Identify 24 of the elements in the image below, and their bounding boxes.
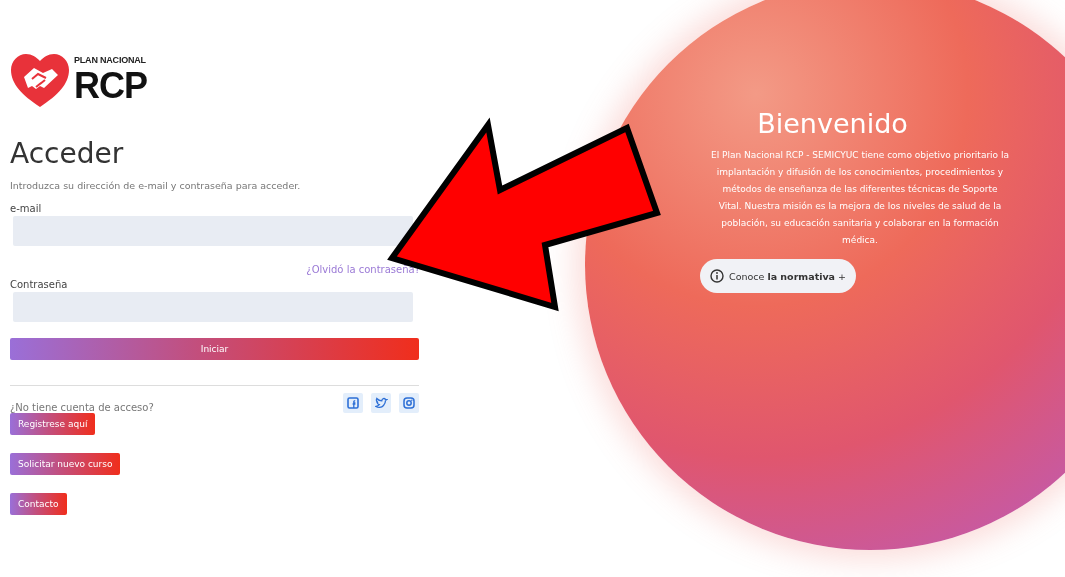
page-title: Acceder bbox=[10, 137, 124, 170]
heart-handshake-logo-icon bbox=[10, 53, 70, 109]
normativa-button[interactable]: Conoce la normativa + bbox=[700, 259, 857, 293]
field-label: e-mail bbox=[10, 203, 42, 214]
instagram-button[interactable] bbox=[399, 393, 419, 413]
facebook-button[interactable] bbox=[343, 393, 363, 413]
link-button[interactable]: Contacto bbox=[10, 493, 67, 515]
info-icon bbox=[710, 269, 724, 283]
intro-text: Introduzca su dirección de e-mail y contraseña para acceder. bbox=[10, 180, 301, 191]
logo-title: RCP bbox=[74, 65, 147, 107]
submit-button[interactable]: Iniciar bbox=[10, 338, 419, 360]
link-button[interactable]: Solicitar nuevo curso bbox=[10, 453, 121, 475]
link-button[interactable]: Registrese aquí bbox=[10, 413, 96, 435]
logo-subtitle: PLAN NACIONAL bbox=[74, 55, 147, 65]
welcome-title: Bienvenido bbox=[757, 108, 908, 139]
welcome-text: El Plan Nacional RCP - SEMICYUC tiene como objetivo prioritario la implantación y difusión de los conocimientos, procedimientos y métodos de enseñanza de las diferentes técnicas de Soporte Vital. Nuestra misión es la mejora de los niveles de salud de la población, su educación sanitaria y colaborar en la formación médica. bbox=[710, 149, 1010, 247]
forgot-password-link[interactable]: ¿Olvidó la contraseña? bbox=[306, 264, 420, 275]
facebook-icon bbox=[347, 397, 359, 409]
twitter-icon bbox=[374, 397, 388, 409]
twitter-button[interactable] bbox=[371, 393, 391, 413]
email-input[interactable] bbox=[13, 216, 413, 246]
instagram-icon bbox=[403, 397, 415, 409]
account-question: ¿No tiene cuenta de acceso? bbox=[10, 401, 154, 413]
field-label: Contraseña bbox=[10, 279, 68, 290]
